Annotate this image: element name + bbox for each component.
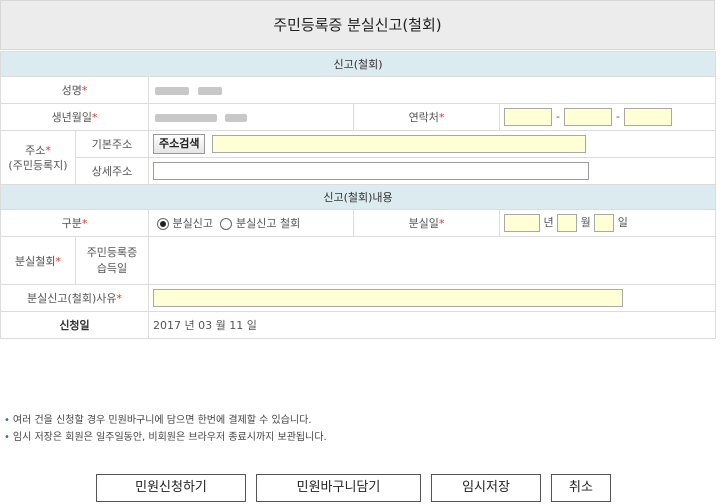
blurred-name [155, 86, 189, 95]
page-title: 주민등록증 분실신고(철회) [0, 0, 715, 50]
address-label: 주소* (주민등록지) [0, 130, 76, 185]
reason-label: 분실신고(철회)사유* [0, 284, 149, 312]
lost-year-field[interactable] [504, 214, 540, 232]
notes: • 여러 건을 신청할 경우 민원바구니에 담으면 한번에 결제할 수 있습니다.… [4, 412, 327, 446]
type-options: 분실신고 분실신고 철회 [148, 209, 354, 237]
found-date-value [147, 236, 717, 285]
note-item: • 임시 저장은 회원은 일주일동안, 비회원은 브라우저 종료시까지 보관됩니다… [4, 432, 327, 443]
found-date-label: 주민등록증 습득일 [75, 236, 149, 285]
base-address-label: 기본주소 [75, 130, 149, 158]
section-title-content: 신고(철회)내용 [0, 184, 717, 210]
contact-fields: -- [498, 103, 717, 131]
section-title-report: 신고(철회) [0, 51, 717, 77]
note-item: • 여러 건을 신청할 경우 민원바구니에 담으면 한번에 결제할 수 있습니다. [4, 415, 312, 426]
lost-date-fields: 년 월 일 [498, 209, 717, 237]
apply-date-value: 2017 년 03 월 11 일 [147, 311, 717, 339]
birthdate-value [148, 103, 354, 131]
detail-address-row [147, 157, 717, 185]
radio-lost-report[interactable] [157, 218, 169, 230]
contact-field-3[interactable] [623, 108, 672, 126]
base-address-row: 주소검색 [147, 130, 717, 158]
name-value [147, 76, 717, 104]
birthdate-label: 생년월일* [0, 103, 149, 131]
cancel-button[interactable]: 취소 [551, 474, 611, 502]
withdrawal-label: 분실철회* [0, 236, 76, 285]
temp-save-button[interactable]: 임시저장 [431, 474, 541, 502]
radio-lost-report-label[interactable]: 분실신고 [173, 217, 213, 230]
contact-field-1[interactable] [504, 108, 552, 126]
contact-field-2[interactable] [563, 108, 612, 126]
address-search-button[interactable]: 주소검색 [153, 134, 206, 154]
detail-address-field[interactable] [153, 162, 589, 180]
add-basket-button[interactable]: 민원바구니담기 [256, 474, 421, 502]
reason-row [147, 284, 717, 312]
apply-date-label: 신청일 [0, 311, 149, 339]
reason-field[interactable] [153, 289, 623, 307]
blurred-birthdate [224, 113, 247, 122]
lost-date-label: 분실일* [353, 209, 500, 237]
blurred-name [197, 86, 222, 95]
name-label: 성명* [0, 76, 149, 104]
radio-withdraw[interactable] [220, 218, 233, 230]
base-address-field[interactable] [211, 135, 586, 153]
lost-day-field[interactable] [594, 214, 615, 232]
radio-withdraw-label[interactable]: 분실신고 철회 [236, 217, 300, 230]
type-label: 구분* [0, 209, 149, 237]
apply-button[interactable]: 민원신청하기 [96, 474, 246, 502]
lost-month-field[interactable] [557, 214, 578, 232]
contact-label: 연락처* [353, 103, 500, 131]
blurred-birthdate [155, 113, 217, 122]
detail-address-label: 상세주소 [75, 157, 149, 185]
report-form: 신고(철회) 성명* 생년월일* 연락처* -- 주소* (주민등록지) 기본주… [0, 51, 717, 339]
